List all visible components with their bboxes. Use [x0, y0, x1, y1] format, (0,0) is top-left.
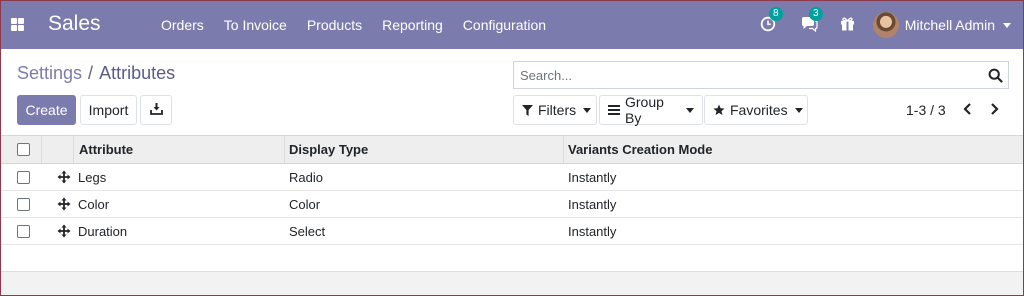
top-navbar: Sales Orders To Invoice Products Reporti… — [1, 1, 1023, 49]
caret-down-icon — [686, 107, 694, 113]
apps-grid-icon[interactable] — [11, 18, 24, 31]
table-row[interactable]: Duration Select Instantly — [1, 218, 1023, 245]
funnel-icon — [522, 104, 533, 116]
menu-item-products[interactable]: Products — [297, 1, 372, 49]
create-button[interactable]: Create — [17, 95, 76, 125]
cell-variants-creation-mode: Instantly — [568, 224, 617, 239]
chevron-down-icon — [1003, 22, 1011, 28]
cell-display-type: Color — [289, 197, 321, 212]
cell-variants-creation-mode: Instantly — [568, 170, 617, 185]
filters-dropdown[interactable]: Filters — [513, 95, 597, 125]
search-icon[interactable] — [982, 62, 1008, 88]
avatar — [872, 12, 899, 38]
star-icon — [713, 104, 725, 116]
cell-attribute: Legs — [78, 170, 107, 185]
column-header-variants-creation-mode[interactable]: Variants Creation Mode — [568, 136, 712, 163]
filters-label: Filters — [538, 102, 577, 118]
breadcrumb-settings[interactable]: Settings — [17, 63, 82, 83]
table-row[interactable]: Legs Radio Instantly — [1, 164, 1023, 191]
user-menu[interactable]: Mitchell Admin — [872, 12, 1011, 38]
cell-display-type: Radio — [289, 170, 323, 185]
column-divider — [41, 136, 42, 163]
breadcrumb: Settings / Attributes — [17, 63, 175, 84]
row-checkbox[interactable] — [17, 225, 30, 238]
cell-display-type: Select — [289, 224, 326, 239]
menu-item-configuration[interactable]: Configuration — [453, 1, 556, 49]
activity-button[interactable]: 8 — [760, 6, 783, 35]
search-input[interactable] — [514, 62, 982, 88]
download-icon — [149, 102, 163, 118]
chevron-left-icon — [962, 102, 972, 118]
messages-button[interactable]: 3 — [800, 6, 823, 35]
move-handle-icon[interactable] — [57, 224, 71, 238]
attributes-list: Attribute Display Type Variants Creation… — [1, 135, 1023, 245]
move-handle-icon[interactable] — [57, 197, 71, 211]
list-header: Attribute Display Type Variants Creation… — [1, 135, 1023, 164]
column-divider — [73, 136, 74, 163]
import-button[interactable]: Import — [80, 95, 137, 125]
move-handle-icon[interactable] — [57, 170, 71, 184]
page-title: Attributes — [99, 63, 176, 83]
favorites-label: Favorites — [730, 102, 788, 118]
systray: 8 3 Mitchell Admin — [754, 1, 1011, 49]
user-name: Mitchell Admin — [904, 17, 995, 33]
group-by-dropdown[interactable]: Group By — [599, 94, 703, 126]
caret-down-icon — [583, 107, 592, 113]
gift-button[interactable] — [840, 16, 855, 34]
select-all-checkbox[interactable] — [17, 143, 30, 156]
column-header-display-type[interactable]: Display Type — [289, 136, 368, 163]
menu-item-orders[interactable]: Orders — [151, 1, 214, 49]
breadcrumb-separator: / — [88, 63, 94, 83]
app-brand[interactable]: Sales — [48, 12, 101, 36]
column-divider — [284, 136, 285, 163]
menu-item-to-invoice[interactable]: To Invoice — [214, 1, 297, 49]
menu-item-reporting[interactable]: Reporting — [372, 1, 453, 49]
table-row[interactable]: Color Color Instantly — [1, 191, 1023, 218]
column-divider — [563, 136, 564, 163]
activity-count-badge: 8 — [768, 6, 783, 21]
chevron-right-icon — [990, 102, 999, 118]
column-header-attribute[interactable]: Attribute — [79, 136, 133, 163]
group-by-label: Group By — [625, 94, 664, 126]
cell-attribute: Duration — [78, 224, 128, 239]
cell-attribute: Color — [78, 197, 110, 212]
list-footer — [1, 271, 1023, 295]
search-bar — [513, 61, 1009, 89]
cell-variants-creation-mode: Instantly — [568, 197, 617, 212]
gift-icon — [840, 16, 855, 34]
favorites-dropdown[interactable]: Favorites — [704, 95, 808, 125]
messages-count-badge: 3 — [808, 6, 823, 21]
export-button[interactable] — [140, 95, 172, 125]
pager-previous-button[interactable] — [957, 99, 977, 121]
pager-next-button[interactable] — [984, 99, 1004, 121]
main-menu: Orders To Invoice Products Reporting Con… — [151, 1, 556, 49]
pager-value[interactable]: 1-3 / 3 — [906, 102, 946, 118]
row-checkbox[interactable] — [17, 198, 30, 211]
list-icon — [608, 105, 620, 115]
row-checkbox[interactable] — [17, 171, 30, 184]
caret-down-icon — [794, 107, 803, 113]
